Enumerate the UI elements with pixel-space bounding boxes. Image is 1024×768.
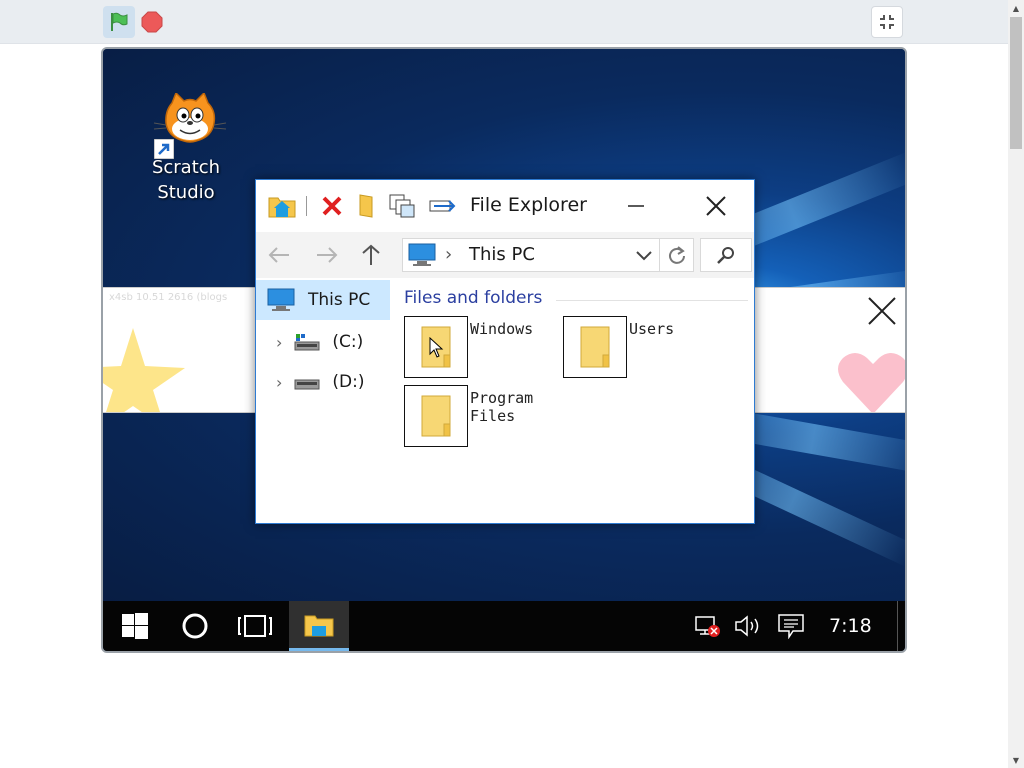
nav-item-label: (D:) <box>332 372 365 392</box>
folder-label: Windows <box>470 320 534 338</box>
task-view-icon <box>238 615 272 637</box>
forward-arrow-icon <box>317 247 338 263</box>
close-icon <box>706 196 726 216</box>
minimize-button[interactable] <box>612 188 660 224</box>
shortcut-label-line2: Studio <box>157 182 215 203</box>
heart-icon <box>838 353 905 412</box>
navigation-pane: This PC › (C:) › (D:) <box>256 278 396 523</box>
address-bar[interactable]: › This PC <box>402 238 694 272</box>
exit-fullscreen-icon <box>880 15 894 29</box>
nav-item-label: This PC <box>308 290 371 310</box>
nav-item-drive-d[interactable]: › (D:) <box>256 362 390 402</box>
up-button[interactable] <box>354 240 388 270</box>
navigation-bar: › This PC <box>256 232 754 278</box>
close-window-button[interactable] <box>692 188 740 224</box>
scroll-up-arrow-icon[interactable]: ▲ <box>1008 0 1024 16</box>
address-dropdown-button[interactable] <box>633 246 655 266</box>
minimize-icon <box>628 205 644 207</box>
star-icon <box>103 328 185 412</box>
title-bar[interactable]: File Explorer <box>256 180 754 232</box>
up-arrow-icon <box>362 244 380 265</box>
folder-label: Users <box>629 320 675 338</box>
network-status-button[interactable] <box>693 601 723 651</box>
copy-button[interactable] <box>386 192 418 220</box>
breadcrumb-chevron-icon: › <box>445 244 453 265</box>
new-folder-icon <box>359 194 373 218</box>
folder-program-files[interactable] <box>404 385 468 447</box>
folder-users[interactable] <box>563 316 627 378</box>
window-title: File Explorer <box>470 194 587 216</box>
scratch-studio-shortcut[interactable]: Scratch Studio <box>137 93 235 205</box>
shortcut-arrow-icon <box>154 139 174 159</box>
properties-icon <box>429 200 456 212</box>
windows-start-icon <box>122 613 148 639</box>
exit-fullscreen-button[interactable] <box>871 6 903 38</box>
back-arrow-icon <box>268 247 289 263</box>
show-desktop-button[interactable] <box>897 601 905 651</box>
taskbar-clock[interactable]: 7:18 <box>829 601 872 651</box>
computer-icon <box>408 243 436 266</box>
file-explorer-icon <box>304 615 334 636</box>
delete-icon <box>322 196 342 216</box>
task-view-button[interactable] <box>225 601 285 651</box>
drive-icon <box>294 334 320 351</box>
notifications-icon <box>778 614 804 639</box>
banner-faint-text: x4sb 10.51 2616 (blogs <box>109 292 228 303</box>
shortcut-label-line1: Scratch <box>151 157 221 178</box>
expand-chevron-icon[interactable]: › <box>276 373 282 392</box>
folder-icon <box>580 326 610 368</box>
stop-button[interactable] <box>140 10 164 34</box>
network-disconnected-icon <box>695 616 720 637</box>
new-folder-button[interactable] <box>352 192 378 220</box>
taskbar-file-explorer-button[interactable] <box>289 601 349 651</box>
computer-icon <box>267 288 295 311</box>
quick-access-home[interactable] <box>266 192 298 220</box>
delete-button[interactable] <box>318 192 346 220</box>
folder-label: Program Files <box>470 389 534 425</box>
properties-button[interactable] <box>426 192 458 220</box>
file-list-area[interactable]: Files and folders Windows Users Program … <box>396 278 754 523</box>
taskbar: 7:18 <box>103 601 905 651</box>
nav-item-drive-c[interactable]: › (C:) <box>256 322 390 362</box>
volume-button[interactable] <box>733 601 765 651</box>
banner-close-button[interactable] <box>865 294 899 328</box>
search-icon <box>717 247 734 264</box>
file-explorer-window[interactable]: File Explorer › This PC This PC › (C:) ›… <box>255 179 755 524</box>
player-toolbar <box>0 0 1008 44</box>
cortana-button[interactable] <box>165 601 225 651</box>
project-stage[interactable]: Scratch Studio x4sb 10.51 2616 (blogs Fi… <box>101 47 907 653</box>
refresh-button[interactable] <box>659 239 693 271</box>
green-flag-icon <box>111 12 128 31</box>
address-text: This PC <box>469 244 535 265</box>
start-button[interactable] <box>105 601 165 651</box>
copy-icon <box>389 194 415 218</box>
nav-item-label: (C:) <box>332 332 364 352</box>
refresh-icon <box>668 246 685 264</box>
folder-home-icon <box>268 197 296 218</box>
group-header: Files and folders <box>404 288 543 308</box>
chevron-down-icon <box>636 251 652 261</box>
folder-icon <box>421 395 451 437</box>
stop-icon <box>141 11 163 33</box>
close-x-icon <box>868 297 896 325</box>
expand-chevron-icon[interactable]: › <box>276 333 282 352</box>
mouse-cursor-icon <box>429 337 444 358</box>
cortana-icon <box>182 613 208 639</box>
scroll-down-arrow-icon[interactable]: ▼ <box>1008 752 1024 768</box>
nav-item-this-pc[interactable]: This PC <box>256 280 390 320</box>
search-button[interactable] <box>700 238 752 272</box>
green-flag-button[interactable] <box>103 6 135 38</box>
group-divider <box>556 300 748 301</box>
folder-windows[interactable] <box>404 316 468 378</box>
volume-icon <box>735 615 759 637</box>
drive-icon <box>294 379 320 390</box>
scrollbar-thumb[interactable] <box>1010 17 1022 149</box>
forward-button[interactable] <box>310 240 344 270</box>
notifications-button[interactable] <box>775 601 807 651</box>
back-button[interactable] <box>262 240 296 270</box>
